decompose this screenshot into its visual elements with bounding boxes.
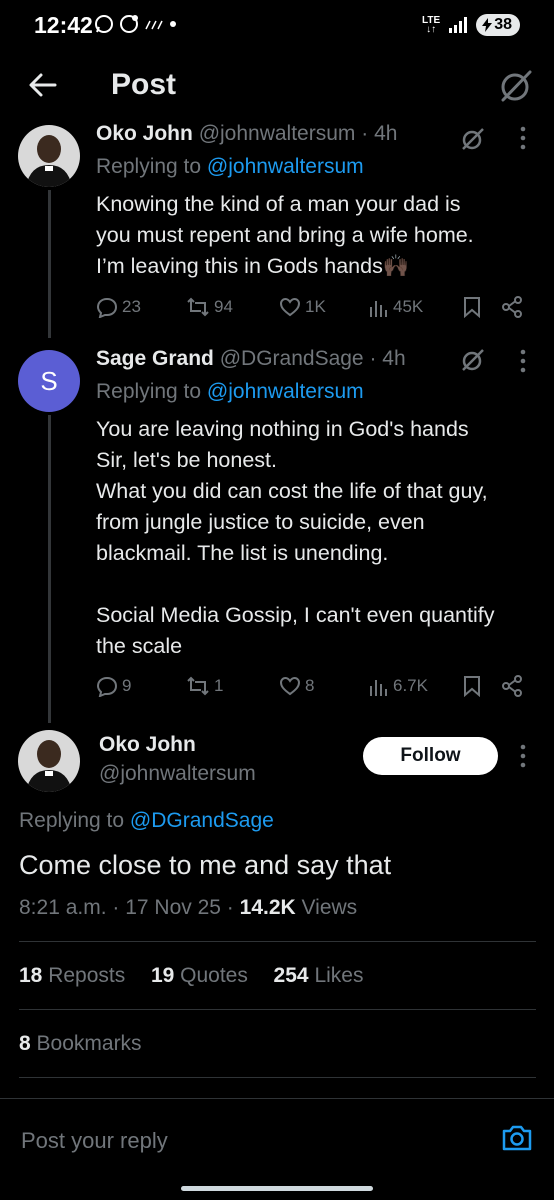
reply-input[interactable] [19,1122,473,1160]
more-options-icon[interactable] [520,349,526,373]
bookmark-icon[interactable] [463,296,481,318]
replying-to-link[interactable]: @johnwaltersum [207,155,364,178]
oko-john-avatar-image [18,125,80,187]
cell-signal-icon [449,17,468,33]
likes-stat[interactable]: 254 Likes [274,964,364,987]
like-button[interactable]: 1K [279,297,326,317]
views-count: 6.7K [393,676,428,695]
bookmark-icon[interactable] [463,675,481,697]
notification-icons [94,14,177,34]
comment-icon [96,297,118,318]
reply-count: 9 [122,676,132,695]
author-handle[interactable]: @DGrandSage [220,347,364,370]
author-handle[interactable]: @johnwaltersum [199,122,356,145]
analytics-icon [370,301,387,317]
reply-actions: 9 1 8 6.7K [96,673,536,699]
reply-bar-divider [0,1098,554,1099]
system-status: LTE ↓↑ 38 [422,14,520,36]
home-indicator[interactable] [181,1186,373,1191]
reply-text: You are leaving nothing in God's hands S… [96,417,495,658]
grok-icon[interactable] [460,347,486,373]
repost-button[interactable]: 1 [186,675,223,697]
heart-icon [279,297,301,317]
divider [19,1077,536,1078]
repost-count: 1 [214,676,224,695]
views-button[interactable]: 6.7K [369,676,428,696]
like-count: 1K [305,297,326,316]
back-arrow-icon[interactable] [28,70,58,100]
more-options-icon[interactable] [520,744,526,768]
replying-to-link[interactable]: @DGrandSage [130,809,274,832]
page-title: Post [111,68,177,101]
divider [19,1009,536,1010]
reposts-stat[interactable]: 18 Reposts [19,964,125,987]
views-button[interactable]: 45K [369,297,423,317]
post-meta: 8:21 a.m. · 17 Nov 25 · 14.2K Views [19,896,358,919]
views-count: 45K [393,297,424,316]
repost-button[interactable]: 94 [186,296,233,318]
reply-text: Knowing the kind of a man your dad is yo… [96,192,474,278]
avatar[interactable] [18,125,80,187]
reply-count: 23 [122,297,141,316]
more-options-icon[interactable] [520,126,526,150]
reply-author-line: Oko John @johnwaltersum · 4h [96,122,397,146]
replying-to: Replying to @johnwaltersum [96,380,364,403]
status-bar: 12:42 LTE ↓↑ 38 [0,0,554,52]
author-handle[interactable]: @johnwaltersum [99,762,256,786]
follow-button[interactable]: Follow [363,737,498,775]
heart-icon [279,676,301,696]
comment-icon [96,676,118,697]
post-age: · 4h [369,347,406,370]
thread-connector [48,415,51,723]
status-time: 12:42 [34,12,93,38]
thread-connector [48,190,51,338]
dot-icon [170,21,176,27]
whatsapp-business-icon [120,15,138,33]
replying-to-link[interactable]: @johnwaltersum [207,380,364,403]
quotes-stat[interactable]: 19 Quotes [151,964,248,987]
like-button[interactable]: 8 [279,676,314,696]
repost-icon [187,297,209,317]
repost-icon [187,676,209,696]
author-name[interactable]: Sage Grand [96,347,214,370]
camera-icon[interactable] [501,1124,533,1152]
views-count: 14.2K [239,896,296,919]
grok-icon[interactable] [460,126,486,152]
battery-indicator: 38 [476,14,520,36]
battery-level: 38 [494,16,512,33]
replying-to: Replying to @johnwaltersum [96,155,364,178]
avatar-letter: S [40,365,58,396]
replying-to: Replying to @DGrandSage [19,809,274,832]
author-name[interactable]: Oko John [96,122,193,145]
share-icon[interactable] [501,296,523,318]
reply-author-line: Sage Grand @DGrandSage · 4h [96,347,406,371]
share-icon[interactable] [501,675,523,697]
post-stats: 18 Reposts 19 Quotes 254 Likes [19,964,363,988]
bookmarks-stat[interactable]: 8 Bookmarks [19,1032,142,1056]
oko-john-avatar-image [18,730,80,792]
author-name[interactable]: Oko John [99,733,196,757]
reply-button[interactable]: 9 [96,675,131,697]
avatar[interactable] [18,730,80,792]
post-text: Come close to me and say that [19,850,392,880]
grok-icon[interactable] [498,68,534,104]
signal-wave-icon [145,20,163,30]
avatar[interactable]: S [18,350,80,412]
post-age: · 4h [361,122,398,145]
post-date: 17 Nov 25 [125,896,221,919]
reply-actions: 23 94 1K 45K [96,294,536,320]
charging-bolt-icon [482,18,493,32]
network-type: LTE ↓↑ [422,15,441,35]
whatsapp-icon [95,15,113,33]
divider [19,941,536,942]
views-label: Views [301,896,358,919]
post-time: 8:21 a.m. [19,896,107,919]
repost-count: 94 [214,297,233,316]
like-count: 8 [305,676,315,695]
reply-button[interactable]: 23 [96,296,141,318]
analytics-icon [370,680,387,696]
